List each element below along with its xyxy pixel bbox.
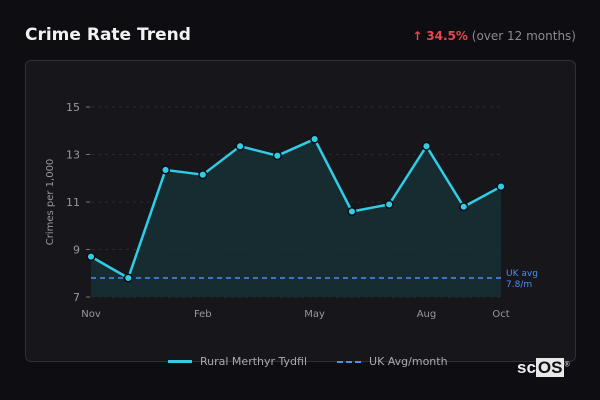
x-tick-label: Nov [81, 309, 101, 320]
legend-swatch-series [168, 360, 192, 363]
data-point [86, 252, 96, 262]
line-chart: 7 9 11 13 15 Crimes per 1,000 Nov Feb May Aug Oct U… [45, 101, 538, 320]
data-point [198, 170, 208, 180]
x-tick-label: May [304, 309, 325, 320]
x-tick-label: Oct [492, 309, 509, 320]
data-point [421, 141, 432, 151]
data-point [235, 141, 245, 151]
data-point [384, 199, 394, 209]
legend-swatch-uk [337, 360, 362, 363]
y-tick-label: 7 [73, 291, 80, 304]
data-point [347, 206, 357, 217]
y-tick-label: 9 [73, 244, 80, 257]
data-point [496, 182, 506, 192]
y-tick-label: 11 [66, 196, 80, 209]
data-point [160, 165, 171, 175]
y-tick-label: 15 [66, 101, 80, 114]
legend: Rural Merthyr Tydfil UK Avg/month [168, 355, 448, 368]
legend-label-series: Rural Merthyr Tydfil [200, 355, 308, 368]
data-point [123, 273, 133, 283]
uk-average-value: 7.8/m [506, 280, 532, 290]
data-point [310, 134, 320, 144]
uk-average-label: UK avg [506, 269, 538, 279]
legend-label-uk: UK Avg/month [369, 355, 448, 368]
data-point [272, 151, 282, 161]
y-axis-label: Crimes per 1,000 [45, 159, 56, 246]
x-tick-label: Aug [417, 309, 437, 320]
scos-logo: sc OS ® [517, 358, 570, 377]
y-tick-label: 13 [66, 149, 80, 162]
data-point [459, 202, 469, 212]
x-tick-label: Feb [194, 309, 212, 320]
area-fill [91, 139, 501, 297]
